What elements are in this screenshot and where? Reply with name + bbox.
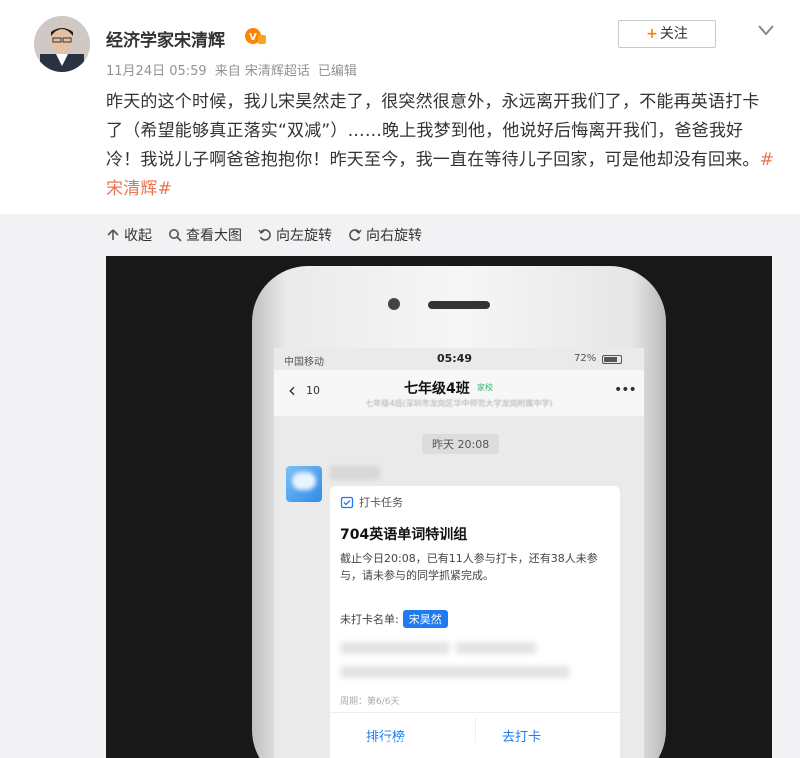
chat-navbar: ‹ 10 七年级4班 家校 七年级4班(深圳市龙岗区华中师范大学龙岗附属中学) … <box>274 370 644 416</box>
post-time[interactable]: 11月24日 05:59 <box>106 64 207 79</box>
unchecked-list: 未打卡名单: 宋昊然 <box>340 610 448 628</box>
blurred-row <box>340 642 450 654</box>
go-checkin-button: 去打卡 <box>502 730 542 745</box>
follow-label: 关注 <box>659 26 688 42</box>
rotate-right-button[interactable]: 向右旋转 <box>348 225 422 245</box>
collapse-icon <box>107 229 119 240</box>
back-count: 10 <box>306 384 320 397</box>
calendar-check-icon <box>340 496 354 509</box>
chevron-down-icon[interactable] <box>754 20 778 40</box>
back-icon: ‹ <box>288 378 296 402</box>
weibo-post: 经济学家宋清辉 V 11月24日 05:59 来自 宋清辉超话 已编辑 + 关注 昨天… <box>0 0 800 214</box>
chat-timestamp: 昨天 20:08 <box>422 434 500 454</box>
checkin-card: 打卡任务 704英语单词特训组 截止今日20:08，已有11人参与打卡，还有38… <box>330 486 620 758</box>
card-header: 打卡任务 <box>340 494 403 510</box>
svg-text:V: V <box>249 32 257 43</box>
phone-screen: 中国移动 05:49 72% ‹ 10 七年级4班 家校 七年级4班(深圳市龙岗… <box>274 348 644 758</box>
post-meta: 11月24日 05:59 来自 宋清辉超话 已编辑 <box>106 60 365 79</box>
verified-badge-icon: V <box>245 28 266 44</box>
watermark: @经济学家宋清辉 <box>342 734 482 755</box>
post-photo[interactable]: 中国移动 05:49 72% ‹ 10 七年级4班 家校 七年级4班(深圳市龙岗… <box>106 256 772 758</box>
class-subtitle: 七年级4班(深圳市龙岗区华中师范大学龙岗附属中学) <box>365 399 553 408</box>
school-tag: 家校 <box>477 383 493 392</box>
phone-camera <box>388 298 400 310</box>
post-text: 昨天的这个时候，我儿宋昊然走了，很突然很意外，永远离开我们了，不能再英语打卡了（… <box>106 92 775 199</box>
phone-device: 中国移动 05:49 72% ‹ 10 七年级4班 家校 七年级4班(深圳市龙岗… <box>252 266 666 758</box>
phone-status-bar: 中国移动 05:49 72% <box>274 348 644 370</box>
battery-percent: 72% <box>574 353 597 364</box>
media-toolbar: 收起 查看大图 向左旋转 向右旋转 <box>106 224 438 246</box>
author-avatar[interactable] <box>34 16 90 72</box>
sender-avatar <box>286 466 322 502</box>
card-title: 704英语单词特训组 <box>340 527 468 543</box>
clock: 05:49 <box>437 352 473 365</box>
phone-speaker <box>428 301 490 309</box>
rotate-left-icon <box>258 229 271 241</box>
card-body: 截止今日20:08，已有11人参与打卡，还有38人未参与，请未参与的同学抓紧完成… <box>340 552 598 582</box>
carrier: 中国移动 <box>284 357 324 368</box>
plus-icon: + <box>646 26 658 42</box>
class-title: 七年级4班 <box>404 381 470 397</box>
media-block: 收起 查看大图 向左旋转 向右旋转 中国移动 05:49 72% ‹ 10 七年… <box>0 214 800 758</box>
more-dots-icon: ••• <box>614 382 637 398</box>
blurred-row <box>340 666 570 678</box>
cycle-label: 周期：第6/6天 <box>340 697 400 707</box>
sender-name-blurred <box>330 466 380 480</box>
card-divider <box>330 712 620 713</box>
collapse-button[interactable]: 收起 <box>106 225 152 245</box>
post-source[interactable]: 来自 宋清辉超话 <box>215 64 310 79</box>
post-edited[interactable]: 已编辑 <box>318 64 357 79</box>
weibo-logo-icon <box>342 737 360 753</box>
author-name[interactable]: 经济学家宋清辉 <box>106 26 225 51</box>
view-large-button[interactable]: 查看大图 <box>168 225 242 245</box>
follow-button[interactable]: + 关注 <box>618 20 716 48</box>
battery-icon <box>602 355 622 364</box>
rotate-left-button[interactable]: 向左旋转 <box>258 225 332 245</box>
unchecked-name-chip: 宋昊然 <box>402 610 448 628</box>
search-icon <box>169 229 182 242</box>
blurred-row <box>456 642 536 654</box>
rotate-right-icon <box>349 229 362 241</box>
